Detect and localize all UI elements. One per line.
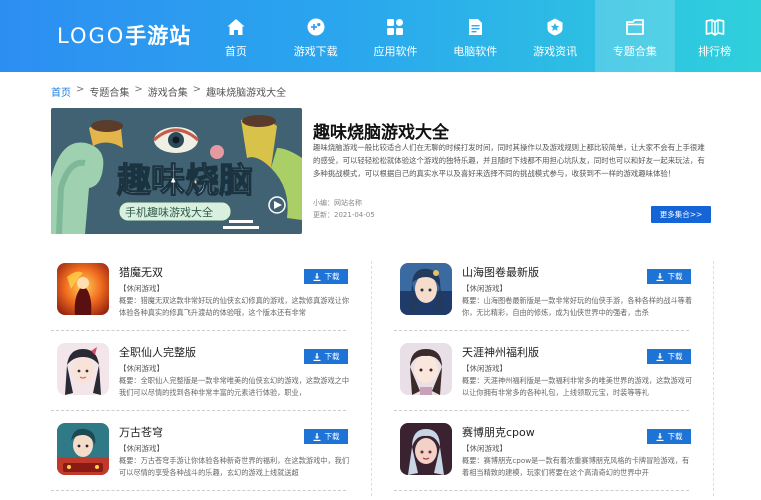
apps-icon (387, 19, 404, 35)
more-collections-button[interactable]: 更多集合>> (651, 206, 711, 223)
download-button[interactable]: 下载 (647, 429, 691, 444)
game-item[interactable]: 猎魔无双 【休闲游戏】 概要：猎魔无双这款非常好玩的仙侠玄幻修真的游戏，这款修真… (51, 253, 349, 331)
download-icon (313, 432, 320, 441)
feature-editor: 小编：网站名称 (313, 199, 362, 207)
feature-meta: 小编：网站名称 更新：2021-04-05 (313, 197, 375, 221)
breadcrumb-separator: > (134, 84, 143, 95)
game-name[interactable]: 全职仙人完整版 (119, 344, 196, 360)
game-description: 概要：赛博朋克cpow是一款有着浓重赛博朋克风格的卡牌冒险游戏，有着相当精致的建… (462, 456, 690, 477)
nav-item-game-download[interactable]: 游戏下载 (276, 0, 356, 72)
game-description: 概要：全职仙人完整版是一款非常唯美的仙侠玄幻的游戏，这款游戏之中我们可以尽情的找… (119, 376, 349, 397)
fairy-girl-icon[interactable] (400, 263, 452, 315)
breadcrumb-home[interactable]: 首页 (51, 84, 71, 99)
document-icon (469, 19, 483, 35)
column-divider (371, 261, 372, 496)
logo-latin-text: LOGO (57, 24, 126, 48)
download-button[interactable]: 下载 (304, 269, 348, 284)
nav-item-ranking[interactable]: 排行榜 (675, 0, 755, 72)
game-name[interactable]: 猎魔无双 (119, 264, 163, 280)
nav-item-game-news[interactable]: 游戏资讯 (515, 0, 595, 72)
hero-icon[interactable] (57, 423, 109, 475)
fire-warrior-icon[interactable] (57, 263, 109, 315)
banner-illustration: 趣味烧脑 手机趣味游戏大全 (51, 108, 302, 234)
download-icon (313, 352, 320, 361)
immortal-girl-icon[interactable] (57, 343, 109, 395)
download-button[interactable]: 下载 (304, 349, 348, 364)
game-name[interactable]: 天涯神州福利版 (462, 344, 539, 360)
banner-title-text: 趣味烧脑 (117, 161, 253, 201)
feature-banner-image[interactable]: 趣味烧脑 手机趣味游戏大全 (51, 108, 302, 234)
game-item[interactable]: 天涯神州福利版 【休闲游戏】 概要：天涯神州福利版是一款福利非常多的唯美世界的游… (394, 333, 692, 411)
nav-label: 应用软件 (373, 45, 418, 58)
download-button[interactable]: 下载 (304, 429, 348, 444)
breadcrumb-current: 趣味烧脑游戏大全 (206, 88, 287, 99)
book-icon (705, 19, 725, 36)
game-description: 概要：万古苍穹手游让你体验各种新奇世界的福利，在这款游戏中，我们可以尽情的享受各… (119, 456, 349, 477)
download-label: 下载 (324, 432, 340, 441)
game-description: 概要：山海图卷最新版是一款非常好玩的仙侠手游，各种各样的战斗等着你，无比精彩，自… (462, 296, 692, 317)
download-button[interactable]: 下载 (647, 269, 691, 284)
game-item[interactable]: 山海图卷最新版 【休闲游戏】 概要：山海图卷最新版是一款非常好玩的仙侠手游，各种… (394, 253, 692, 331)
game-item[interactable]: 赛博朋克cpow 【休闲游戏】 概要：赛博朋克cpow是一款有着浓重赛博朋克风格… (394, 413, 691, 491)
heroine-icon[interactable] (400, 343, 452, 395)
game-name[interactable]: 赛博朋克cpow (462, 424, 535, 440)
game-description: 概要：猎魔无双这款非常好玩的仙侠玄幻修真的游戏，这款修真游戏让你体验各种真实的修… (119, 296, 349, 317)
feature-description: 趣味烧脑游戏一般比较适合人们在无聊的时候打发时间，同时其操作以及游戏规则上都比较… (313, 143, 705, 178)
nav-label: 游戏资讯 (533, 45, 578, 58)
game-tag: 【休闲游戏】 (119, 284, 164, 293)
main-nav: 首页 游戏下载 应用软件 电脑软件 游戏资讯 专题合集 排行榜 (196, 0, 755, 72)
game-item[interactable]: 全职仙人完整版 【休闲游戏】 概要：全职仙人完整版是一款非常唯美的仙侠玄幻的游戏… (51, 333, 349, 411)
download-button[interactable]: 下载 (647, 349, 691, 364)
home-icon (227, 19, 245, 35)
game-tag: 【休闲游戏】 (119, 444, 164, 453)
breadcrumb-game-collection[interactable]: 游戏合集 (148, 84, 188, 99)
gamepad-icon (307, 18, 325, 36)
nav-item-pc-software[interactable]: 电脑软件 (435, 0, 515, 72)
banner-subtitle-text: 手机趣味游戏大全 (125, 205, 213, 219)
breadcrumb-separator: > (192, 84, 202, 95)
download-label: 下载 (667, 272, 683, 281)
game-name[interactable]: 万古苍穹 (119, 424, 163, 440)
feature-updated: 更新：2021-04-05 (313, 211, 375, 219)
download-icon (313, 272, 320, 281)
breadcrumb-topics[interactable]: 专题合集 (89, 84, 129, 99)
nav-label: 游戏下载 (293, 45, 338, 58)
nav-label: 排行榜 (698, 45, 732, 58)
site-logo[interactable]: LOGO手游站 (57, 20, 191, 50)
column-divider (713, 261, 714, 496)
game-tag: 【休闲游戏】 (462, 364, 507, 373)
game-description: 概要：天涯神州福利版是一款福利非常多的唯美世界的游戏，这款游戏可以让你拥有非常多… (462, 376, 692, 397)
breadcrumb-separator: > (76, 84, 85, 95)
site-header: LOGO手游站 首页 游戏下载 应用软件 电脑软件 游戏资讯 专题合集 排行榜 (0, 0, 761, 72)
download-icon (656, 272, 663, 281)
nav-item-topics[interactable]: 专题合集 (594, 0, 675, 72)
game-name[interactable]: 山海图卷最新版 (462, 264, 539, 280)
game-tag: 【休闲游戏】 (462, 284, 507, 293)
download-label: 下载 (667, 432, 683, 441)
download-label: 下载 (667, 352, 683, 361)
download-label: 下载 (324, 272, 340, 281)
feature-title: 趣味烧脑游戏大全 (313, 123, 449, 143)
cyberpunk-girl-icon[interactable] (400, 423, 452, 475)
nav-label: 电脑软件 (453, 45, 498, 58)
nav-item-home[interactable]: 首页 (196, 0, 276, 72)
breadcrumb: 首页 > 专题合集 > 游戏合集 > 趣味烧脑游戏大全 (51, 84, 286, 99)
nav-label: 首页 (224, 45, 247, 58)
download-label: 下载 (324, 352, 340, 361)
game-item[interactable]: 万古苍穹 【休闲游戏】 概要：万古苍穹手游让你体验各种新奇世界的福利，在这款游戏… (51, 413, 349, 491)
folder-icon (625, 19, 644, 35)
badge-icon (547, 18, 563, 36)
game-tag: 【休闲游戏】 (462, 444, 507, 453)
game-tag: 【休闲游戏】 (119, 364, 164, 373)
nav-label: 专题合集 (612, 45, 657, 58)
nav-item-apps[interactable]: 应用软件 (356, 0, 436, 72)
download-icon (656, 352, 663, 361)
logo-cn-text: 手游站 (125, 24, 192, 48)
download-icon (656, 432, 663, 441)
